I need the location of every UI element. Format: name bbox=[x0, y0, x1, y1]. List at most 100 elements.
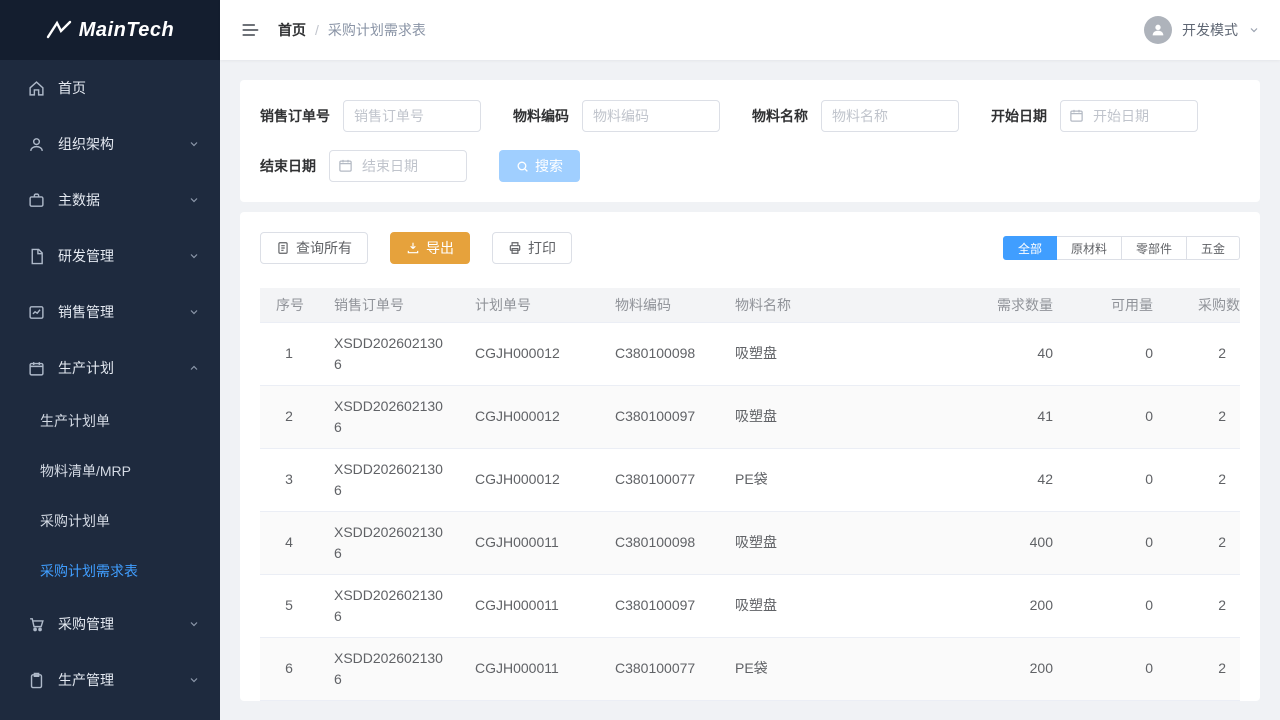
logo-swoosh-icon bbox=[46, 20, 72, 40]
cell-sales-order: XSDD2026021306 bbox=[318, 322, 459, 385]
cell-purchase-qty: 2 bbox=[1169, 574, 1240, 637]
search-button[interactable]: 搜索 bbox=[499, 150, 580, 182]
chart-icon bbox=[28, 304, 45, 321]
production-plan-submenu: 生产计划单 物料清单/MRP 采购计划单 采购计划需求表 bbox=[0, 396, 220, 596]
chevron-down-icon bbox=[188, 138, 200, 150]
tab-raw-material[interactable]: 原材料 bbox=[1057, 236, 1122, 260]
briefcase-icon bbox=[28, 192, 45, 209]
hamburger-menu-icon[interactable] bbox=[240, 20, 260, 40]
sidebar-item-home[interactable]: 首页 bbox=[0, 60, 220, 116]
sidebar-item-label: 组织架构 bbox=[58, 134, 114, 154]
cell-plan-no: CGJH000012 bbox=[459, 322, 599, 385]
cell-purchase-qty: 2 bbox=[1169, 385, 1240, 448]
sidebar-item-organization[interactable]: 组织架构 bbox=[0, 116, 220, 172]
sidebar-subitem-purchase-plan-demand[interactable]: 采购计划需求表 bbox=[0, 546, 220, 596]
breadcrumb-home-link[interactable]: 首页 bbox=[278, 20, 306, 40]
start-date-label: 开始日期 bbox=[991, 106, 1047, 126]
user-menu[interactable]: 开发模式 bbox=[1144, 16, 1260, 44]
material-name-field: 物料名称 bbox=[752, 100, 959, 132]
chevron-down-icon bbox=[188, 674, 200, 686]
table-row[interactable]: 1 XSDD2026021306 CGJH000012 C380100098 吸… bbox=[260, 322, 1240, 385]
export-button[interactable]: 导出 bbox=[390, 232, 470, 264]
cell-demand-qty: 41 bbox=[969, 385, 1069, 448]
person-icon bbox=[1150, 22, 1166, 38]
cell-available-qty: 0 bbox=[1069, 511, 1169, 574]
cell-sales-order: XSDD2026021306 bbox=[318, 637, 459, 700]
cell-index: 5 bbox=[260, 574, 318, 637]
sidebar-item-rd-management[interactable]: 研发管理 bbox=[0, 228, 220, 284]
cell-material-name: 吸塑盘 bbox=[719, 511, 969, 574]
tab-hardware[interactable]: 五金 bbox=[1187, 236, 1240, 260]
sidebar-item-label: 销售管理 bbox=[58, 302, 114, 322]
sidebar: MainTech 首页 组织架构 主数据 研发管理 销售管理 bbox=[0, 0, 220, 720]
chevron-down-icon bbox=[188, 250, 200, 262]
cell-demand-qty: 40 bbox=[969, 322, 1069, 385]
tab-all[interactable]: 全部 bbox=[1003, 236, 1057, 260]
cell-plan-no: CGJH000012 bbox=[459, 448, 599, 511]
print-label: 打印 bbox=[528, 238, 556, 258]
sub-item-label: 生产计划单 bbox=[40, 411, 110, 431]
cell-material-code: C380100098 bbox=[599, 511, 719, 574]
table-row[interactable]: 3 XSDD2026021306 CGJH000012 C380100077 P… bbox=[260, 448, 1240, 511]
search-icon bbox=[516, 160, 529, 173]
home-icon bbox=[28, 80, 45, 97]
chevron-down-icon bbox=[1248, 24, 1260, 36]
sub-item-label: 物料清单/MRP bbox=[40, 461, 131, 481]
cell-index: 6 bbox=[260, 637, 318, 700]
sales-order-label: 销售订单号 bbox=[260, 106, 330, 126]
material-code-input[interactable] bbox=[582, 100, 720, 132]
cell-purchase-qty: 2 bbox=[1169, 511, 1240, 574]
breadcrumb: 首页 / 采购计划需求表 bbox=[278, 20, 426, 40]
col-header-demand-qty: 需求数量 bbox=[969, 288, 1069, 322]
cell-purchase-qty: 2 bbox=[1169, 637, 1240, 700]
cell-sales-order: XSDD2026021306 bbox=[318, 448, 459, 511]
sidebar-item-sales-management[interactable]: 销售管理 bbox=[0, 284, 220, 340]
table-row[interactable]: 4 XSDD2026021306 CGJH000011 C380100098 吸… bbox=[260, 511, 1240, 574]
filter-panel: 销售订单号 物料编码 物料名称 开始日期 bbox=[240, 80, 1260, 202]
sidebar-item-master-data[interactable]: 主数据 bbox=[0, 172, 220, 228]
material-name-input[interactable] bbox=[821, 100, 959, 132]
sidebar-subitem-production-plan-order[interactable]: 生产计划单 bbox=[0, 396, 220, 446]
cell-index: 1 bbox=[260, 322, 318, 385]
tab-parts[interactable]: 零部件 bbox=[1122, 236, 1187, 260]
cart-icon bbox=[28, 616, 45, 633]
col-header-material-code: 物料编码 bbox=[599, 288, 719, 322]
sidebar-item-procurement[interactable]: 采购管理 bbox=[0, 596, 220, 652]
category-tab-group: 全部 原材料 零部件 五金 bbox=[1003, 236, 1240, 260]
sales-order-input[interactable] bbox=[343, 100, 481, 132]
cell-material-code: C380100077 bbox=[599, 637, 719, 700]
cell-demand-qty: 200 bbox=[969, 574, 1069, 637]
sub-item-label: 采购计划单 bbox=[40, 511, 110, 531]
sidebar-menu: 首页 组织架构 主数据 研发管理 销售管理 生产计划 bbox=[0, 60, 220, 720]
table-header-row: 序号 销售订单号 计划单号 物料编码 物料名称 需求数量 可用量 采购数量 bbox=[260, 288, 1240, 322]
main-area: 首页 / 采购计划需求表 开发模式 销售订单号 物料编码 bbox=[220, 0, 1280, 720]
sidebar-item-label: 采购管理 bbox=[58, 614, 114, 634]
print-button[interactable]: 打印 bbox=[492, 232, 572, 264]
cell-available-qty: 0 bbox=[1069, 574, 1169, 637]
cell-material-name: PE袋 bbox=[719, 637, 969, 700]
user-mode-label: 开发模式 bbox=[1182, 20, 1238, 40]
sidebar-subitem-purchase-plan-order[interactable]: 采购计划单 bbox=[0, 496, 220, 546]
query-all-button[interactable]: 查询所有 bbox=[260, 232, 368, 264]
sidebar-item-label: 研发管理 bbox=[58, 246, 114, 266]
sidebar-subitem-bom-mrp[interactable]: 物料清单/MRP bbox=[0, 446, 220, 496]
sidebar-item-production-management[interactable]: 生产管理 bbox=[0, 652, 220, 708]
printer-icon bbox=[508, 241, 522, 255]
sidebar-item-production-plan[interactable]: 生产计划 bbox=[0, 340, 220, 396]
table-row[interactable]: 2 XSDD2026021306 CGJH000012 C380100097 吸… bbox=[260, 385, 1240, 448]
sidebar-item-label: 生产管理 bbox=[58, 670, 114, 690]
col-header-material-name: 物料名称 bbox=[719, 288, 969, 322]
cell-purchase-qty: 2 bbox=[1169, 448, 1240, 511]
sub-item-label: 采购计划需求表 bbox=[40, 561, 138, 581]
clipboard-icon bbox=[28, 672, 45, 689]
chevron-down-icon bbox=[188, 194, 200, 206]
table-row[interactable]: 5 XSDD2026021306 CGJH000011 C380100097 吸… bbox=[260, 574, 1240, 637]
cell-plan-no: CGJH000012 bbox=[459, 385, 599, 448]
page-content: 销售订单号 物料编码 物料名称 开始日期 bbox=[220, 60, 1280, 720]
cell-available-qty: 0 bbox=[1069, 322, 1169, 385]
cell-index: 3 bbox=[260, 448, 318, 511]
cell-index: 4 bbox=[260, 511, 318, 574]
table-row[interactable]: 6 XSDD2026021306 CGJH000011 C380100077 P… bbox=[260, 637, 1240, 700]
cell-plan-no: CGJH000011 bbox=[459, 574, 599, 637]
breadcrumb-separator: / bbox=[315, 22, 319, 38]
